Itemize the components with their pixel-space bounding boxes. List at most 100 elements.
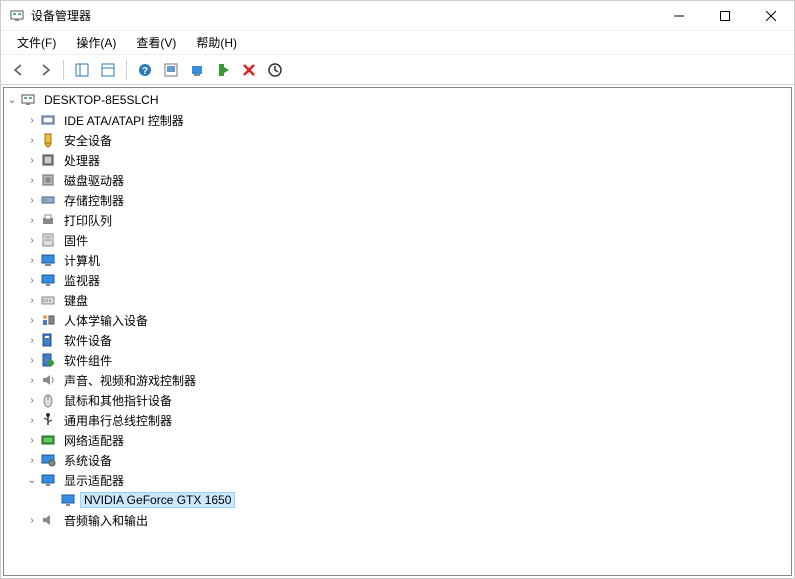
tree-node-printer[interactable]: › 打印队列 (4, 210, 791, 230)
tree-node-security[interactable]: › 安全设备 (4, 130, 791, 150)
tree-node-cpu[interactable]: › 处理器 (4, 150, 791, 170)
expand-icon[interactable]: › (24, 375, 40, 386)
tree-node-component[interactable]: › 软件组件 (4, 350, 791, 370)
tree-node-keyboard[interactable]: ›键盘 (4, 290, 791, 310)
properties-button[interactable] (96, 58, 120, 82)
uninstall-device-button[interactable] (237, 58, 261, 82)
computer-icon (40, 252, 56, 268)
expand-icon[interactable]: › (24, 315, 40, 326)
scan-changes-button[interactable] (263, 58, 287, 82)
tree-label: 人体学输入设备 (60, 311, 152, 330)
tree-node-software[interactable]: › 软件设备 (4, 330, 791, 350)
tree-label: 音频输入和输出 (60, 511, 152, 530)
expand-icon[interactable]: › (24, 175, 40, 186)
help-button[interactable]: ? (133, 58, 157, 82)
monitor-icon (40, 272, 56, 288)
tree-label: 磁盘驱动器 (60, 171, 128, 190)
expand-icon[interactable]: › (24, 335, 40, 346)
menu-action[interactable]: 操作(A) (68, 32, 124, 53)
minimize-button[interactable] (656, 1, 702, 31)
tree-node-display[interactable]: ⌄ 显示适配器 (4, 470, 791, 490)
usb-icon (40, 412, 56, 428)
cpu-icon (40, 152, 56, 168)
expand-icon[interactable]: › (24, 235, 40, 246)
tree-label: NVIDIA GeForce GTX 1650 (80, 492, 235, 508)
gpu-icon (60, 492, 76, 508)
sound-icon (40, 372, 56, 388)
tree-leaf-gpu[interactable]: NVIDIA GeForce GTX 1650 (4, 490, 791, 510)
expand-icon[interactable]: › (24, 355, 40, 366)
app-icon (9, 8, 25, 24)
titlebar: 设备管理器 (1, 1, 794, 31)
update-driver-button[interactable] (185, 58, 209, 82)
expand-icon[interactable]: › (24, 155, 40, 166)
component-icon (40, 352, 56, 368)
storage-icon (40, 192, 56, 208)
tree-label: IDE ATA/ATAPI 控制器 (60, 111, 188, 130)
tree-label: 网络适配器 (60, 431, 128, 450)
mouse-icon (40, 392, 56, 408)
tree-node-storage[interactable]: ›存储控制器 (4, 190, 791, 210)
system-icon (40, 452, 56, 468)
collapse-icon[interactable]: ⌄ (24, 475, 40, 486)
tree-node-monitor[interactable]: ›监视器 (4, 270, 791, 290)
tree-label: 系统设备 (60, 451, 116, 470)
software-icon (40, 332, 56, 348)
show-hide-tree-button[interactable] (70, 58, 94, 82)
tree-label: 打印队列 (60, 211, 116, 230)
tree-node-audio[interactable]: › 音频输入和输出 (4, 510, 791, 530)
expand-icon[interactable]: › (24, 415, 40, 426)
tree-node-sound[interactable]: › 声音、视频和游戏控制器 (4, 370, 791, 390)
tree-label: 软件设备 (60, 331, 116, 350)
tree-node-ide[interactable]: › IDE ATA/ATAPI 控制器 (4, 110, 791, 130)
tree-label: 声音、视频和游戏控制器 (60, 371, 200, 390)
tree-label: 软件组件 (60, 351, 116, 370)
expand-icon[interactable]: › (24, 455, 40, 466)
device-tree[interactable]: ⌄DESKTOP-8E5SLCH›IDE ATA/ATAPI 控制器›安全设备›… (3, 87, 792, 576)
maximize-button[interactable] (702, 1, 748, 31)
tree-node-usb[interactable]: › 通用串行总线控制器 (4, 410, 791, 430)
close-button[interactable] (748, 1, 794, 31)
menu-help[interactable]: 帮助(H) (188, 32, 245, 53)
tree-node-system[interactable]: › 系统设备 (4, 450, 791, 470)
expand-icon[interactable]: › (24, 295, 40, 306)
menu-file[interactable]: 文件(F) (9, 32, 64, 53)
menu-view[interactable]: 查看(V) (128, 32, 184, 53)
expand-icon[interactable]: › (24, 435, 40, 446)
tree-label: 通用串行总线控制器 (60, 411, 176, 430)
tree-node-firmware[interactable]: ›固件 (4, 230, 791, 250)
tree-node-computer[interactable]: › 计算机 (4, 250, 791, 270)
tree-root[interactable]: ⌄DESKTOP-8E5SLCH (4, 90, 791, 110)
expand-icon[interactable]: › (24, 255, 40, 266)
ide-icon (40, 112, 56, 128)
separator (126, 60, 127, 80)
expand-icon[interactable]: › (24, 395, 40, 406)
tree-label: 计算机 (60, 251, 104, 270)
expand-icon[interactable]: › (24, 215, 40, 226)
pc-icon (20, 92, 36, 108)
separator (63, 60, 64, 80)
expand-icon[interactable]: › (24, 135, 40, 146)
tree-label: 处理器 (60, 151, 104, 170)
forward-button[interactable] (33, 58, 57, 82)
svg-text:?: ? (142, 66, 148, 77)
firmware-icon (40, 232, 56, 248)
expand-icon[interactable]: › (24, 195, 40, 206)
enable-device-button[interactable] (211, 58, 235, 82)
toolbar: ? (1, 55, 794, 85)
tree-node-disk[interactable]: › 磁盘驱动器 (4, 170, 791, 190)
security-icon (40, 132, 56, 148)
scan-hardware-button[interactable] (159, 58, 183, 82)
tree-label: 安全设备 (60, 131, 116, 150)
back-button[interactable] (7, 58, 31, 82)
audio-icon (40, 512, 56, 528)
tree-label: 显示适配器 (60, 471, 128, 490)
expand-icon[interactable]: › (24, 515, 40, 526)
expand-icon[interactable]: › (24, 115, 40, 126)
collapse-icon[interactable]: ⌄ (4, 95, 20, 106)
expand-icon[interactable]: › (24, 275, 40, 286)
tree-node-hid[interactable]: › 人体学输入设备 (4, 310, 791, 330)
hid-icon (40, 312, 56, 328)
tree-node-mouse[interactable]: ›鼠标和其他指针设备 (4, 390, 791, 410)
tree-node-network[interactable]: › 网络适配器 (4, 430, 791, 450)
